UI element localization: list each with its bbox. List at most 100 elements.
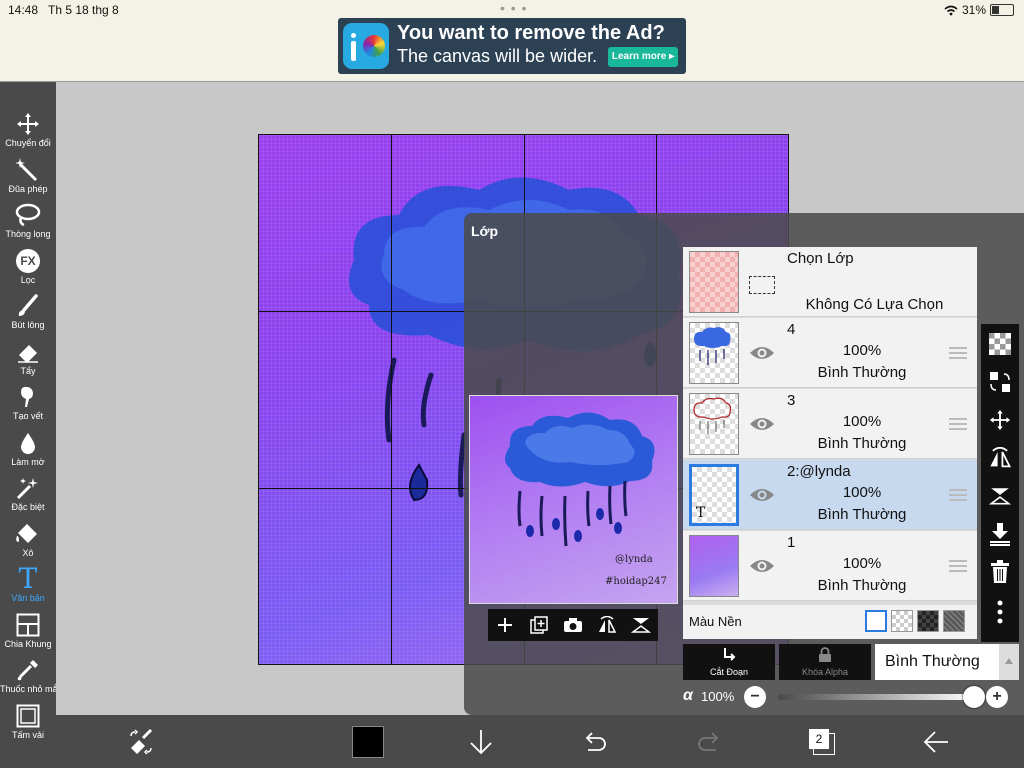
flip-horizontal-icon (990, 447, 1012, 468)
layer-count: 2 (809, 728, 829, 749)
flip-horizontal-button[interactable] (594, 612, 620, 638)
layer-opacity: 100% (842, 342, 882, 359)
learn-more-button[interactable]: Learn more ▸ (608, 47, 678, 67)
flip-layer-horizontal-button[interactable] (981, 440, 1019, 476)
bg-texture-swatch[interactable] (943, 610, 965, 632)
tool-magic-wand[interactable]: Đũa phép (0, 156, 56, 195)
drag-handle-icon[interactable] (949, 347, 967, 359)
layer-name: 4 (787, 321, 796, 338)
tool-move[interactable]: Chuyển đổi (0, 110, 56, 149)
transparent-fill-button[interactable] (981, 326, 1019, 362)
primary-color-swatch (352, 725, 384, 758)
color-picker-button[interactable] (346, 715, 390, 768)
alpha-slider-knob[interactable] (963, 686, 985, 708)
bg-transparent-swatch[interactable] (891, 610, 913, 632)
plus-icon (498, 618, 512, 632)
back-button[interactable] (914, 715, 958, 768)
tool-canvas[interactable]: Tấm vải (0, 702, 56, 741)
drag-handle-icon[interactable] (949, 560, 967, 572)
layer-opacity: 100% (842, 484, 882, 501)
layer-thumbnail (689, 322, 739, 384)
toggle-tool-button[interactable] (119, 715, 163, 768)
bucket-icon (16, 524, 37, 543)
visibility-eye-icon[interactable] (749, 344, 775, 362)
flip-vertical-button[interactable] (628, 612, 654, 638)
tool-smudge[interactable]: Tạo vết (0, 383, 56, 422)
bg-dark-check-swatch[interactable] (917, 610, 939, 632)
ad-banner[interactable]: You want to remove the Ad? The canvas wi… (338, 18, 686, 74)
move-layer-button[interactable] (981, 402, 1019, 438)
download-button[interactable] (459, 715, 503, 768)
layers-button[interactable]: 2 (800, 715, 844, 768)
visibility-eye-icon[interactable] (749, 415, 775, 433)
alpha-lock-button[interactable]: Khóa Alpha (779, 644, 871, 680)
checkerboard-icon (989, 333, 1011, 355)
battery-percent: 31% (961, 3, 986, 17)
more-vertical-icon (997, 600, 1003, 624)
text-layer-icon: T (696, 505, 706, 521)
alpha-increase-button[interactable]: + (986, 686, 1008, 708)
tool-frame-divider[interactable]: Chia Khung (0, 611, 56, 650)
layer-blend-mode: Bình Thường (817, 364, 907, 381)
layer-row-4[interactable]: 4 100% Bình Thường (683, 318, 977, 388)
layer-row-3[interactable]: 3 100% Bình Thường (683, 389, 977, 459)
alpha-decrease-button[interactable]: − (744, 686, 766, 708)
background-color-row: Màu Nền (683, 605, 977, 639)
tool-label: Xô (22, 548, 34, 558)
tool-special[interactable]: Đặc biệt (0, 474, 56, 513)
selection-layer-label: Chọn Lớp (787, 250, 854, 267)
visibility-eye-icon[interactable] (749, 486, 775, 504)
layer-row-1[interactable]: 1 100% Bình Thường (683, 531, 977, 601)
drag-handle-icon[interactable] (949, 418, 967, 430)
drag-handle-icon[interactable] (949, 489, 967, 501)
merge-down-icon (990, 523, 1010, 546)
blend-mode-select[interactable]: Bình Thường (875, 644, 1019, 680)
tool-brush[interactable]: Bút lông (0, 292, 56, 331)
layer-name: 1 (787, 534, 796, 551)
tool-label: Chuyển đổi (5, 138, 51, 148)
tool-eyedropper[interactable]: Thuốc nhỏ mắt (0, 656, 60, 695)
layers-count-icon: 2 (809, 728, 835, 755)
tool-sidebar: Chuyển đổi Đũa phép Thòng lọng FX Lọc Bú… (0, 82, 60, 768)
add-layer-button[interactable] (492, 612, 518, 638)
tool-eraser[interactable]: Tẩy (0, 338, 56, 377)
duplicate-layer-button[interactable] (526, 612, 552, 638)
special-icon (16, 478, 38, 500)
ad-title: You want to remove the Ad? (397, 22, 665, 44)
visibility-eye-icon[interactable] (749, 557, 775, 575)
clipping-button[interactable]: Cắt Đoạn (683, 644, 775, 680)
layer-opacity: 100% (842, 555, 882, 572)
bg-white-swatch[interactable] (865, 610, 887, 632)
alpha-row: α 100% − + (683, 683, 1019, 711)
layer-row-2[interactable]: T 2:@lynda 100% Bình Thường (683, 460, 977, 530)
arrow-down-icon (470, 729, 492, 754)
ad-subtitle: The canvas will be wider. (397, 46, 598, 66)
camera-button[interactable] (560, 612, 586, 638)
redo-button[interactable] (687, 715, 731, 768)
multitask-dots[interactable]: • • • (500, 0, 527, 16)
delete-layer-button[interactable] (981, 554, 1019, 590)
flip-layer-vertical-button[interactable] (981, 478, 1019, 514)
canvas-icon (16, 704, 40, 728)
more-options-button[interactable] (981, 594, 1019, 630)
layer-preview: @lynda #hoidap247 (469, 395, 678, 604)
status-bar: 14:48 Th 5 18 thg 8 • • • 31% You want t… (0, 0, 1024, 82)
tool-label: Đũa phép (8, 184, 48, 194)
blur-icon (21, 433, 35, 454)
duplicate-icon (530, 616, 548, 634)
merge-down-button[interactable] (981, 516, 1019, 552)
alpha-slider[interactable] (778, 686, 985, 708)
dropdown-arrow-icon (999, 644, 1019, 680)
lasso-icon (15, 203, 41, 227)
tool-blur[interactable]: Làm mờ (0, 429, 56, 468)
tool-label: Đặc biệt (11, 502, 45, 512)
undo-button[interactable] (573, 715, 617, 768)
selection-marquee-icon (749, 276, 775, 294)
tool-lasso[interactable]: Thòng lọng (0, 201, 56, 240)
tool-bucket[interactable]: Xô (0, 520, 56, 559)
tool-filter[interactable]: FX Lọc (0, 247, 56, 286)
tool-label: Văn bản (11, 593, 45, 603)
selection-layer-row[interactable]: Chọn Lớp Không Có Lựa Chọn (683, 247, 977, 317)
tool-text[interactable]: T Văn bản (0, 565, 56, 604)
layer-convert-button[interactable] (981, 364, 1019, 400)
